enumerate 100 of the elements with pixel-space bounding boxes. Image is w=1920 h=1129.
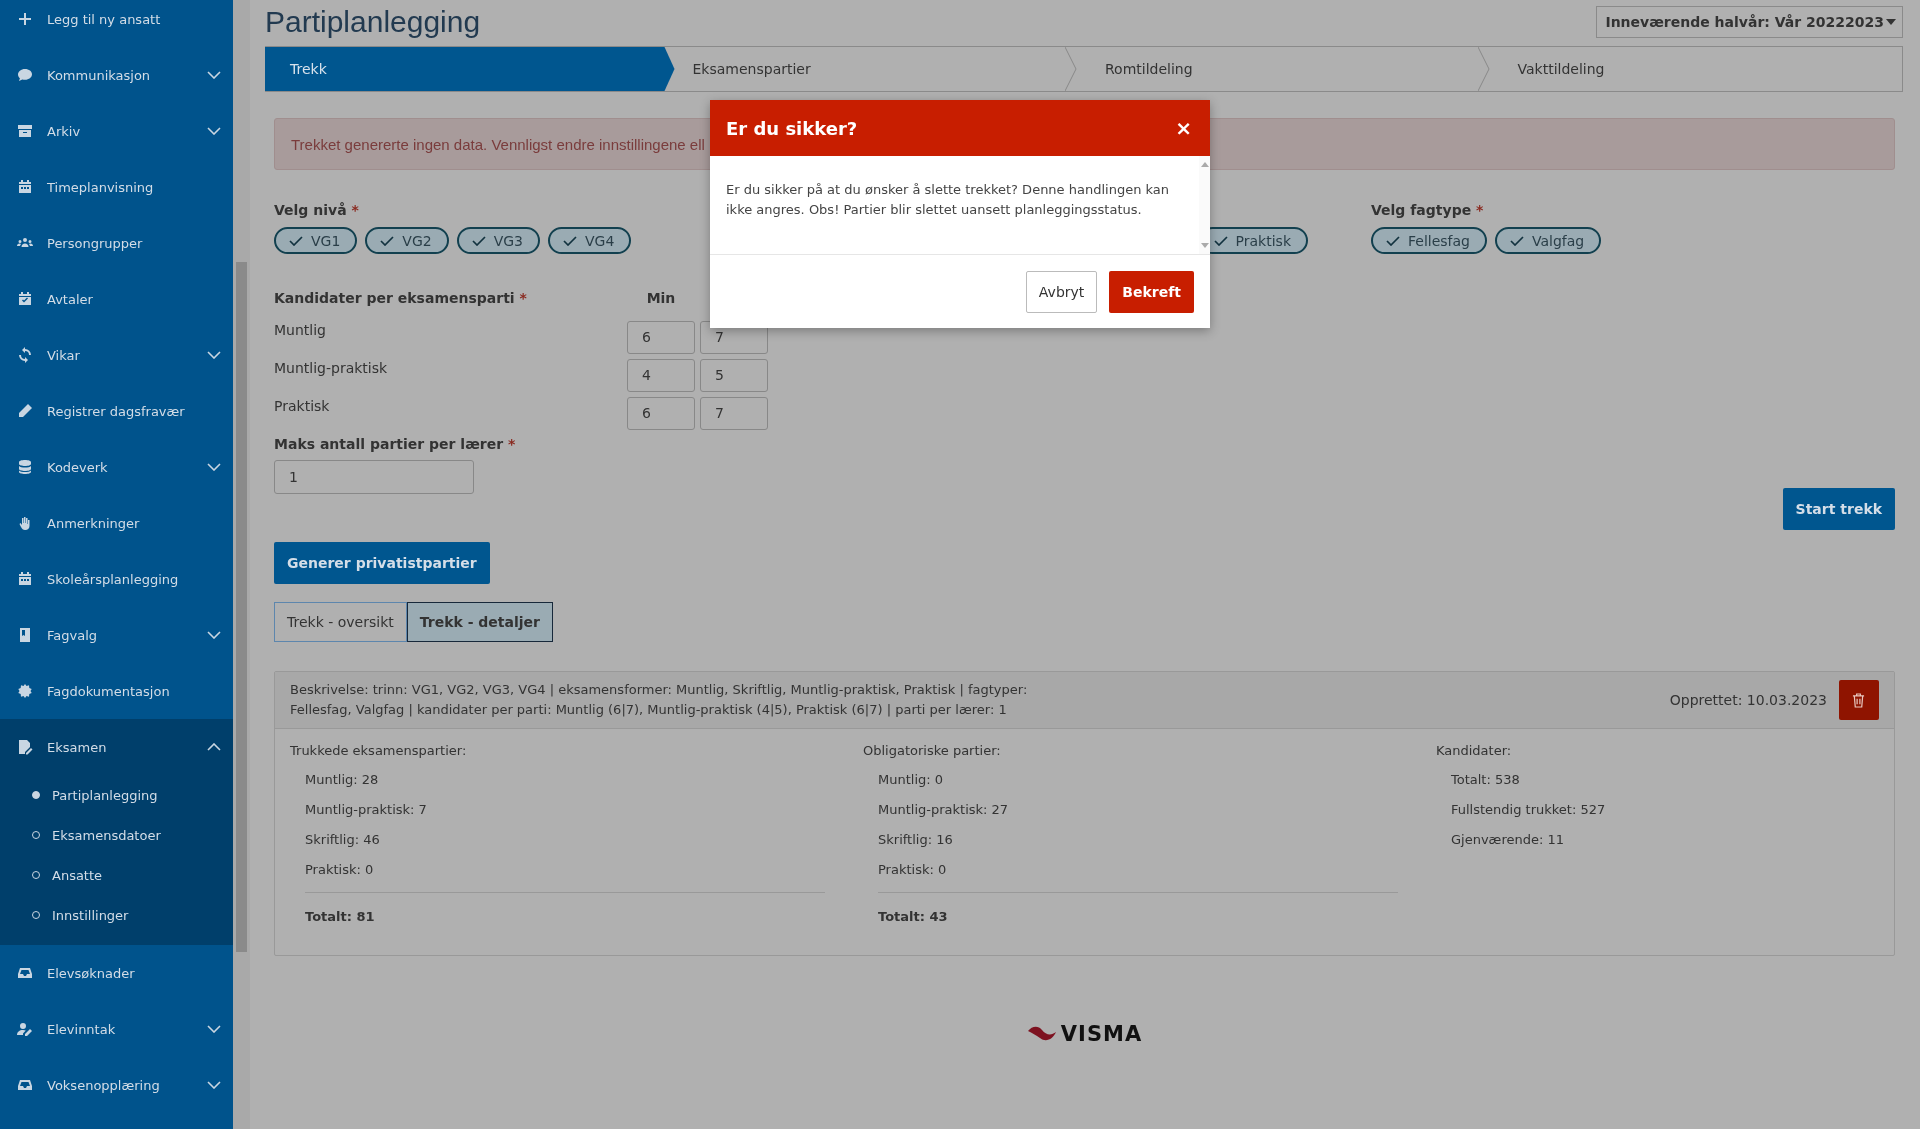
wizard-step[interactable]: Trekk [265,47,675,91]
filter-chip[interactable]: VG1 [274,227,358,254]
filter-chip[interactable]: VG2 [365,227,449,254]
description-text: Beskrivelse: trinn: VG1, VG2, VG3, VG4 | eksamensformer: Muntlig, Skriftlig, Muntlig-praktisk, Praktisk | fagtyper: Fellesfag, Valgfag | kandidater per parti: Muntlig (6|7), Muntlig-praktisk (4|5), Praktisk (6|7) | parti per lærer: 1 [290,681,1029,719]
wizard-step[interactable]: Vakttildeling [1489,47,1902,91]
check-icon [380,235,395,246]
delete-button[interactable] [1839,680,1879,720]
archive-box-icon [17,123,33,139]
row-label: Praktisk [274,397,331,414]
trash-icon [1852,692,1866,708]
generate-button[interactable]: Generer privatistpartier [274,542,490,584]
dialog-message: Er du sikker på at du ønsker å slette trekket? Denne handlingen kan ikke angres. Obs! Partier blir slettet uansett planleggingsstatus. [725,181,1171,219]
nav-item[interactable]: Voksenopplæring [0,1057,233,1113]
confirm-button[interactable]: Bekreft [1109,271,1194,313]
gear-icon [17,683,33,699]
page-title: Partiplanlegging [265,5,481,39]
stats-total: Totalt: 43 [877,907,949,926]
hand-icon [17,515,33,531]
check-icon [1510,235,1524,246]
stats-item: Muntlig-praktisk: 27 [877,800,1010,819]
max-input[interactable]: 5 [700,358,768,392]
user-edit-icon [17,1021,33,1037]
nav-item[interactable]: Skoleårsplanlegging [0,551,233,607]
row-label: Muntlig-praktisk [274,359,389,376]
nav-item[interactable]: Fagdokumentasjon [0,663,233,719]
nav-item[interactable]: Eksamen [0,719,233,775]
scrollbar[interactable] [1199,156,1210,254]
start-draw-button[interactable]: Start trekk [1782,488,1895,530]
nav-item[interactable]: Timeplanvisning [0,159,233,215]
filter-chip[interactable]: VG3 [456,227,541,254]
stats-item: Praktisk: 0 [304,860,375,879]
nav-item[interactable]: Elevinntak [0,1001,233,1057]
nav-item[interactable]: Elevsøknader [0,945,233,1001]
nav-item[interactable]: Registrer dagsfravær [0,383,233,439]
submenu-item[interactable]: Eksamensdatoer [0,815,233,855]
submenu-item[interactable]: Innstillinger [0,895,233,935]
scrollbar[interactable] [233,0,250,1129]
check-icon [1386,235,1400,246]
document-edit-icon [17,739,33,755]
calendar-icon [17,179,33,195]
field-label: Velg fagtype * [1371,202,1484,220]
nav-item[interactable]: Avtaler [0,271,233,327]
calendar-check-icon [17,291,33,307]
wizard-step[interactable]: Romtildeling [1077,47,1490,91]
check-icon [471,235,486,246]
min-input[interactable]: 6 [627,396,695,430]
scroll-down-icon [1200,243,1209,248]
filter-chip[interactable]: Valgfag [1495,227,1602,254]
tab[interactable]: Trekk - detaljer [406,602,553,642]
min-input[interactable]: 4 [627,358,695,392]
stats-heading: Kandidater: [1436,743,1513,758]
database-icon [17,459,33,475]
stats-item: Gjenværende: 11 [1450,830,1565,849]
stats-item: Muntlig: 28 [304,770,380,789]
nav-item[interactable]: Legg til ny ansatt [0,0,233,47]
max-parties-input[interactable]: 1 [274,460,474,494]
refresh-icon [17,347,33,363]
nav-item[interactable]: Persongrupper [0,215,233,271]
close-button[interactable]: × [1171,116,1196,140]
check-icon [563,235,578,246]
stats-item: Praktisk: 0 [877,860,948,879]
chat-bubble-icon [17,67,33,83]
stats-item: Muntlig: 0 [877,770,945,789]
nav-item[interactable]: Kodeverk [0,439,233,495]
stats-item: Fullstendig trukket: 527 [1450,800,1607,819]
created-date: Opprettet: 10.03.2023 [1669,692,1827,708]
tray-icon [17,965,33,981]
caret-icon [1886,19,1896,25]
max-input[interactable]: 7 [700,396,768,430]
column-header: Min [645,290,677,308]
submenu-item[interactable]: Partiplanlegging [0,775,233,815]
stats-item: Muntlig-praktisk: 7 [304,800,428,819]
field-label: Velg nivå * [274,202,359,220]
nav-item[interactable]: Vikar [0,327,233,383]
submenu-item[interactable]: Ansatte [0,855,233,895]
nav-item[interactable]: Fagvalg [0,607,233,663]
field-label: Kandidater per eksamensparti * [274,290,528,308]
stats-total: Totalt: 81 [304,907,376,926]
check-icon [289,235,303,246]
dialog-title: Er du sikker? [726,117,858,139]
row-label: Muntlig [274,321,327,338]
term-dropdown[interactable]: Inneværende halvår: Vår 20222023 [1596,6,1903,38]
stats-item: Skriftlig: 46 [304,830,381,849]
stats-heading: Trukkede eksamenspartier: [290,743,468,758]
stats-item: Totalt: 538 [1450,770,1521,789]
nav-item[interactable]: Arkiv [0,103,233,159]
swoosh-icon [1026,1025,1057,1043]
nav-item[interactable]: Kommunikasjon [0,47,233,103]
filter-chip[interactable]: Fellesfag [1371,227,1487,254]
pencil-icon [17,403,33,419]
min-input[interactable]: 6 [627,320,695,354]
visma-logo: VISMA [1026,1022,1143,1046]
field-label: Maks antall partier per lærer * [274,436,516,454]
book-icon [17,627,33,643]
filter-chip[interactable]: VG4 [548,227,632,254]
cancel-button[interactable]: Avbryt [1025,271,1098,313]
tray-icon [17,1077,33,1093]
tab[interactable]: Trekk - oversikt [274,602,407,642]
nav-item[interactable]: Anmerkninger [0,495,233,551]
plus-icon [17,11,33,27]
